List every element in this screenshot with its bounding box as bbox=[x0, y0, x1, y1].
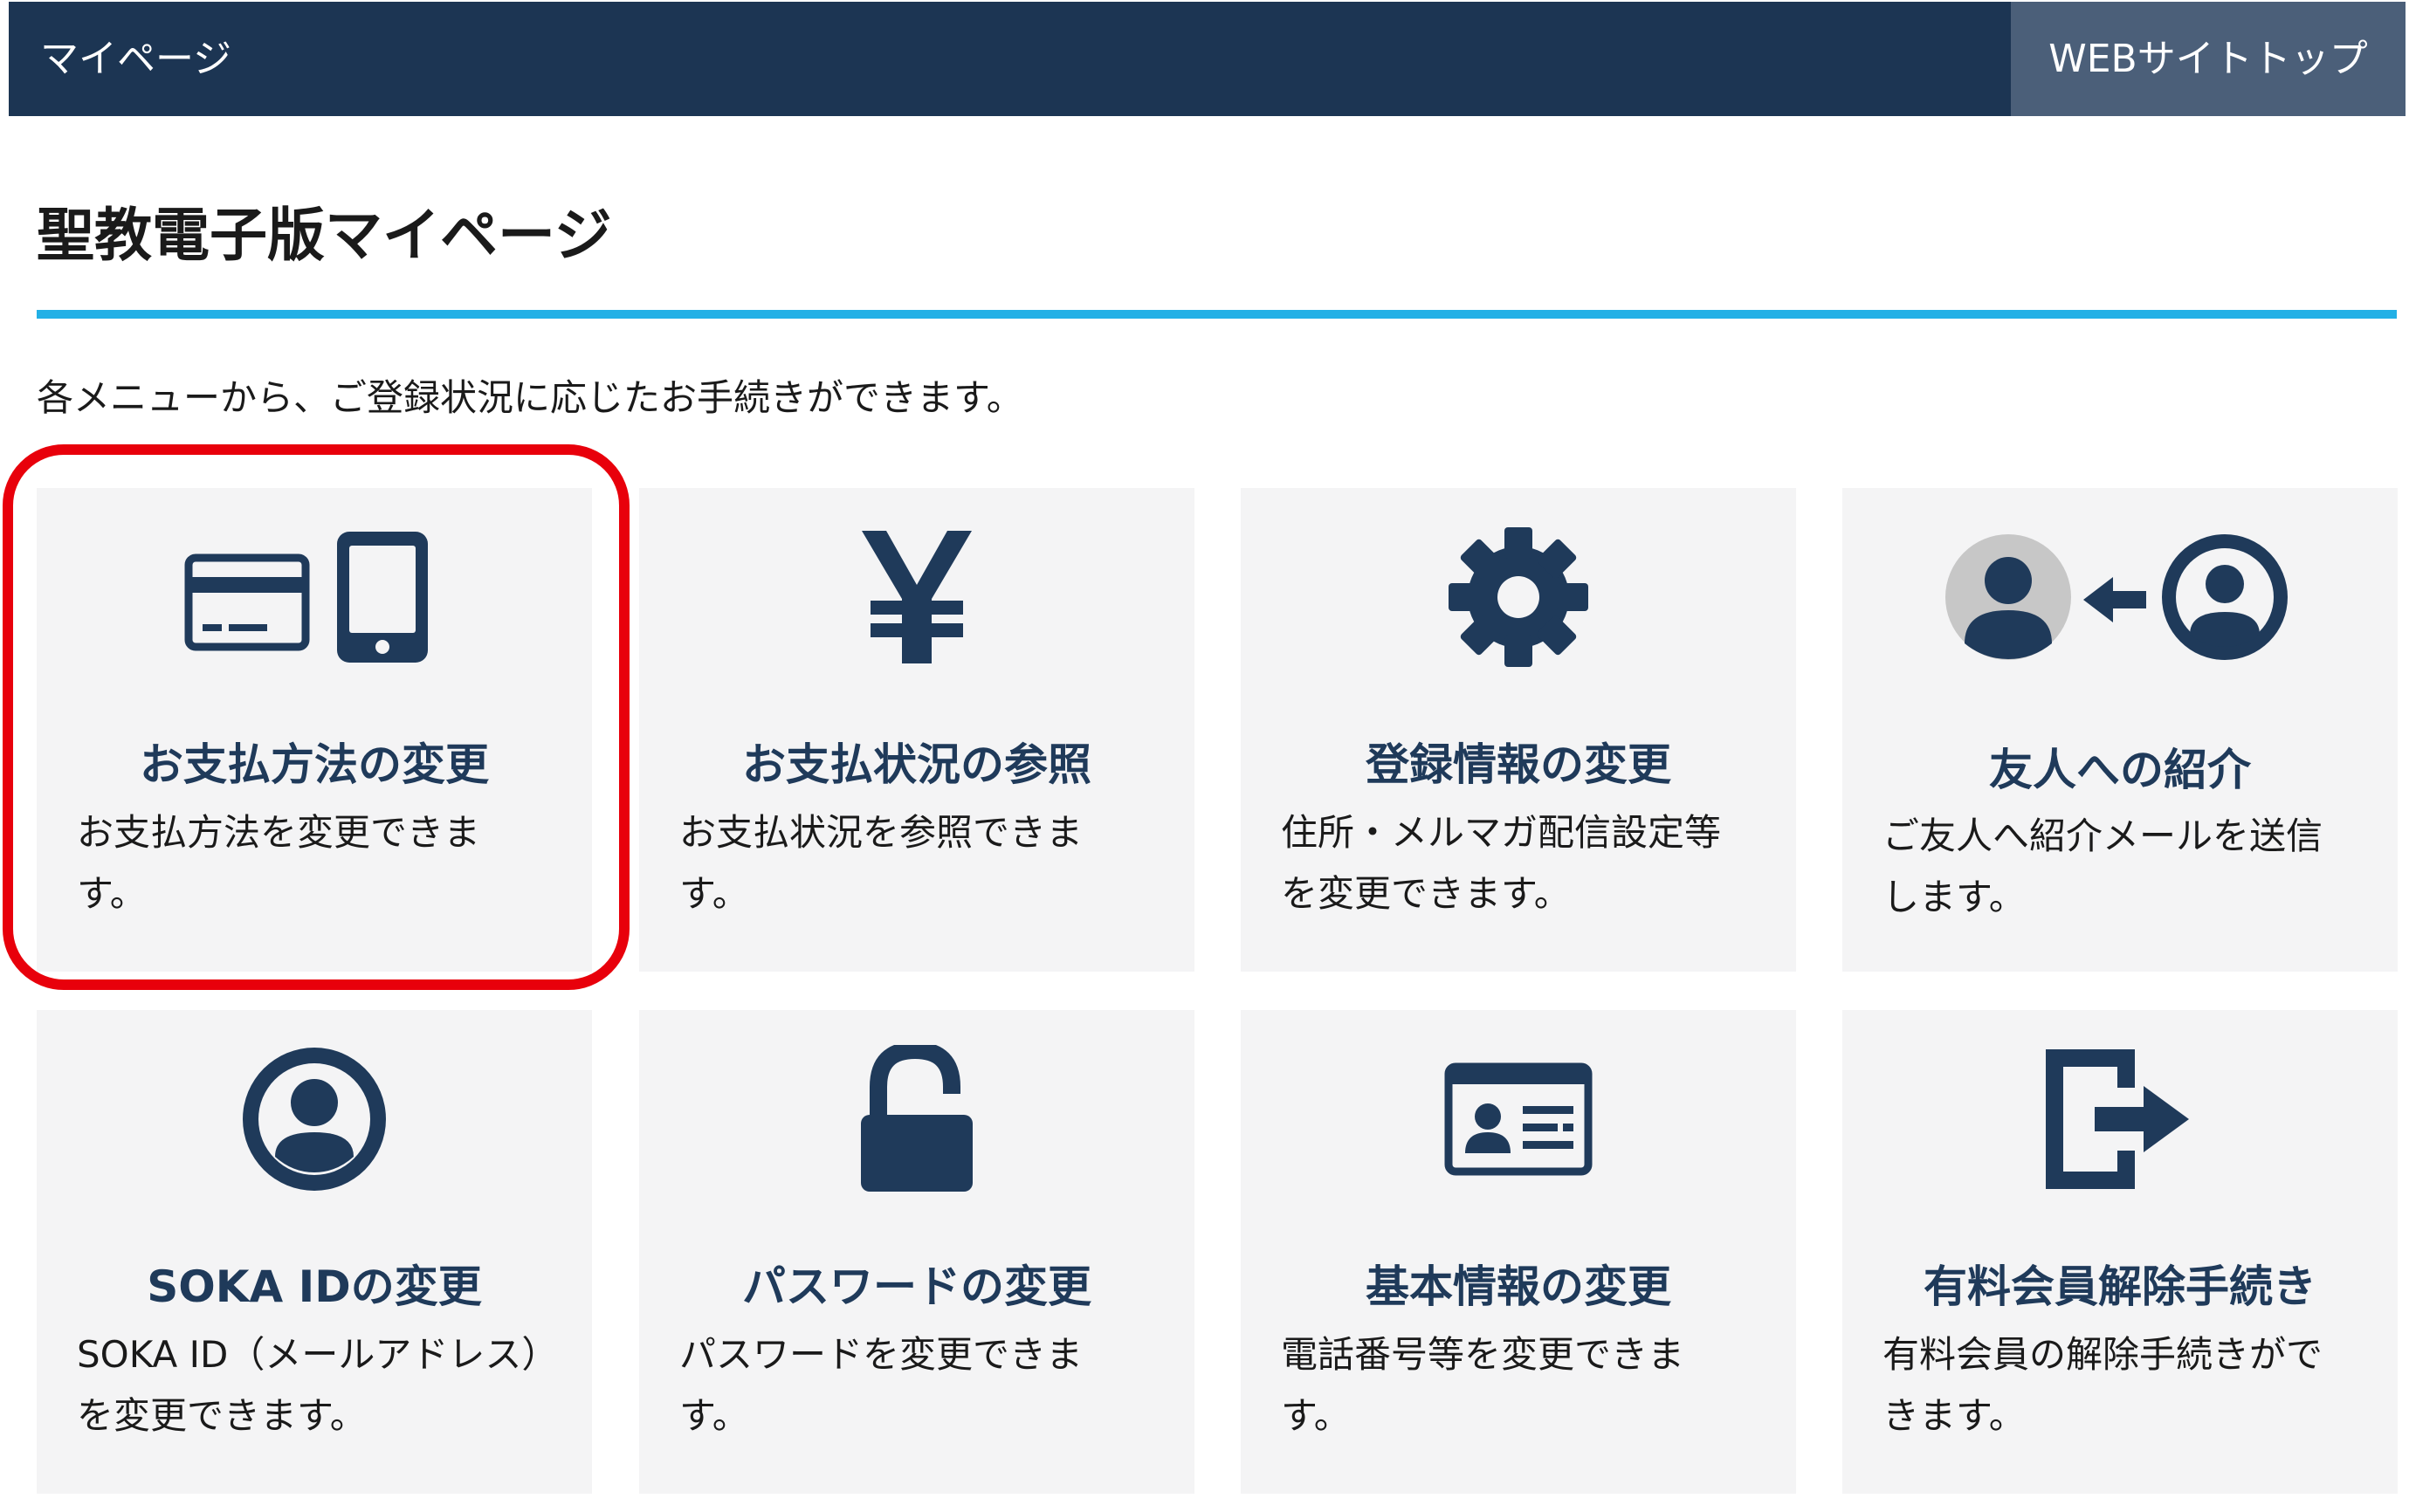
friend-referral-icon bbox=[1842, 523, 2398, 671]
card-description: お支払状況を参照できます。 bbox=[679, 811, 1084, 915]
menu-card-payment-status[interactable]: お支払状況の参照 お支払状況を参照できます。 bbox=[639, 488, 1194, 972]
card-label: 登録情報の変更 bbox=[1366, 739, 1671, 790]
card-description: 電話番号等を変更できます。 bbox=[1281, 1333, 1685, 1437]
credit-card-and-phone-icon bbox=[37, 523, 592, 671]
menu-card-payment-method[interactable]: お支払方法の変更 お支払方法を変更できます。 bbox=[37, 488, 592, 972]
header-bar: マイページ WEBサイトトップ bbox=[9, 2, 2406, 116]
unlocked-padlock-icon bbox=[639, 1045, 1194, 1193]
menu-card-registration-info[interactable]: 登録情報の変更 住所・メルマガ配信設定等を変更できます。 bbox=[1241, 488, 1796, 972]
card-description: SOKA ID（メールアドレス）を変更できます。 bbox=[77, 1333, 540, 1437]
gear-icon bbox=[1241, 523, 1796, 671]
menu-card-basic-info[interactable]: 基本情報の変更 電話番号等を変更できます。 bbox=[1241, 1010, 1796, 1494]
menu-card-soka-id[interactable]: SOKA IDの変更 SOKA ID（メールアドレス）を変更できます。 bbox=[37, 1010, 592, 1494]
card-description: 有料会員の解除手続きができます。 bbox=[1882, 1333, 2323, 1437]
header-title[interactable]: マイページ bbox=[40, 2, 231, 116]
card-label: 友人への紹介 bbox=[1989, 745, 2251, 795]
card-label: お支払状況の参照 bbox=[742, 739, 1091, 790]
menu-card-cancel-membership[interactable]: 有料会員解除手続き 有料会員の解除手続きができます。 bbox=[1842, 1010, 2398, 1494]
card-label: 基本情報の変更 bbox=[1366, 1261, 1671, 1312]
exit-door-icon bbox=[1842, 1045, 2398, 1193]
card-description: パスワードを変更できます。 bbox=[679, 1333, 1084, 1437]
card-label: お支払方法の変更 bbox=[140, 739, 489, 790]
user-circle-icon bbox=[37, 1045, 592, 1193]
card-description: 住所・メルマガ配信設定等を変更できます。 bbox=[1281, 811, 1722, 915]
website-top-button[interactable]: WEBサイトトップ bbox=[2011, 2, 2406, 116]
id-card-icon bbox=[1241, 1045, 1796, 1193]
card-label: 有料会員解除手続き bbox=[1924, 1261, 2316, 1312]
yen-icon bbox=[639, 523, 1194, 671]
menu-card-password[interactable]: パスワードの変更 パスワードを変更できます。 bbox=[639, 1010, 1194, 1494]
page-title: 聖教電子版マイページ bbox=[37, 202, 612, 269]
intro-text: 各メニューから、ご登録状況に応じたお手続きができます。 bbox=[37, 376, 1023, 419]
card-label: SOKA IDの変更 bbox=[147, 1261, 482, 1312]
menu-card-friend-referral[interactable]: 友人への紹介 ご友人へ紹介メールを送信します。 bbox=[1842, 488, 2398, 972]
card-description: お支払方法を変更できます。 bbox=[77, 811, 481, 915]
card-description: ご友人へ紹介メールを送信します。 bbox=[1882, 814, 2323, 918]
card-label: パスワードの変更 bbox=[742, 1261, 1091, 1312]
title-divider bbox=[37, 310, 2397, 319]
